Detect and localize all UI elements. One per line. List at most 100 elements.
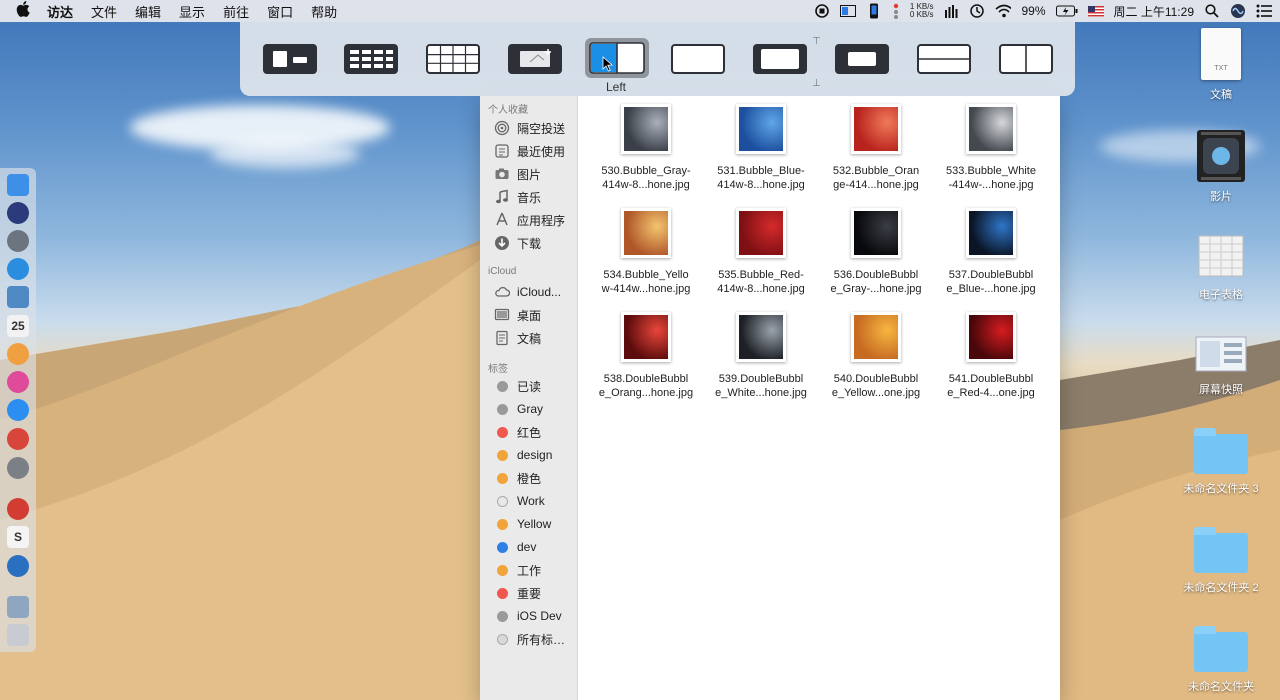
file-item[interactable]: 533.Bubble_White -414w-...hone.jpg <box>936 104 1046 192</box>
file-item[interactable]: 534.Bubble_Yello w-414w...hone.jpg <box>591 208 701 296</box>
safari-icon[interactable] <box>7 258 29 280</box>
menu-help[interactable]: 帮助 <box>302 2 346 21</box>
layout-top-bottom-button[interactable] <box>917 44 971 74</box>
input-flag-icon[interactable] <box>1087 3 1104 19</box>
tag-color-dot-icon <box>497 403 508 415</box>
file-item[interactable]: 536.DoubleBubbl e_Gray-...hone.jpg <box>821 208 931 296</box>
sidebar-tag-item[interactable]: iOS Dev <box>494 606 562 626</box>
menu-window[interactable]: 窗口 <box>258 2 302 21</box>
desktop-item-documents[interactable]: TXT 文稿 <box>1176 28 1266 102</box>
siri-icon[interactable] <box>7 202 29 224</box>
file-name-line-2: -414w-...hone.jpg <box>948 179 1034 191</box>
photos-icon[interactable] <box>7 343 29 365</box>
layout-grid-3x4-button[interactable] <box>426 44 480 74</box>
menu-view[interactable]: 显示 <box>170 2 214 21</box>
tag-color-dot-icon <box>497 518 508 530</box>
downloads-stack-icon[interactable] <box>7 596 29 618</box>
layout-fullscreen-plus-button[interactable] <box>263 44 317 74</box>
file-name-line-1: 535.Bubble_Red- <box>718 269 804 281</box>
desktop-item-screenshots[interactable]: 屏幕快照 <box>1176 335 1266 397</box>
file-item[interactable]: 541.DoubleBubbl e_Red-4...one.jpg <box>936 312 1046 400</box>
sidebar-tag-item[interactable]: Work <box>494 491 545 511</box>
itunes-icon[interactable] <box>7 371 29 393</box>
file-item[interactable]: 539.DoubleBubbl e_White...hone.jpg <box>706 312 816 400</box>
app-store-icon[interactable] <box>7 399 29 421</box>
calendar-icon[interactable]: 25 <box>7 315 29 337</box>
sidebar-item-icloud-drive[interactable]: iCloud... <box>494 282 561 302</box>
notification-center-icon[interactable] <box>1256 3 1272 19</box>
layout-wide-center-button[interactable] <box>671 44 725 74</box>
desktop-item-spreadsheets[interactable]: 电子表格 <box>1176 234 1266 302</box>
file-item[interactable]: 538.DoubleBubbl e_Orang...hone.jpg <box>591 312 701 400</box>
menu-finder[interactable]: 访达 <box>38 2 82 21</box>
sidebar-tag-item[interactable]: design <box>494 445 552 465</box>
system-preferences-icon[interactable] <box>7 457 29 479</box>
time-machine-icon[interactable] <box>969 3 985 19</box>
sidebar-item-downloads[interactable]: 下载 <box>494 233 541 253</box>
sidebar-item-music[interactable]: 音乐 <box>494 187 541 207</box>
file-name: 532.Bubble_Oran ge-414...hone.jpg <box>821 164 931 192</box>
file-item[interactable]: 535.Bubble_Red- 414w-8...hone.jpg <box>706 208 816 296</box>
desktop-item-folder[interactable]: 未命名文件夹 <box>1176 626 1266 694</box>
sidebar-item-recents[interactable]: 最近使用 <box>494 141 565 161</box>
layout-centered-plus-button[interactable] <box>508 44 562 74</box>
tweetbot-icon[interactable] <box>7 555 29 577</box>
sidebar-item-applications[interactable]: 应用程序 <box>494 210 565 230</box>
paw-icon[interactable] <box>7 498 29 520</box>
file-item[interactable]: 540.DoubleBubbl e_Yellow...one.jpg <box>821 312 931 400</box>
spotlight-search-icon[interactable] <box>1204 3 1220 19</box>
sidebar-tag-item[interactable]: Gray <box>494 399 543 419</box>
sidebar-tag-item[interactable]: 重要 <box>494 583 541 603</box>
sidebar-tag-item[interactable]: Yellow <box>494 514 551 534</box>
phone-icon[interactable] <box>866 3 882 19</box>
sidebar-tag-item[interactable]: dev <box>494 537 536 557</box>
file-name: 539.DoubleBubbl e_White...hone.jpg <box>706 372 816 400</box>
desktop-item-folder-2[interactable]: 未命名文件夹 2 <box>1176 527 1266 595</box>
layout-center-button[interactable] <box>753 44 807 74</box>
trash-icon[interactable] <box>7 624 29 646</box>
sidebar-tag-item[interactable]: 所有标… <box>494 629 565 649</box>
layout-grid-2x4-button[interactable] <box>344 44 398 74</box>
preview-icon[interactable] <box>7 286 29 308</box>
desktop-item-label: 未命名文件夹 2 <box>1183 582 1259 594</box>
tag-color-dot-icon <box>497 495 508 507</box>
sidebar-tag-item[interactable]: 已读 <box>494 376 541 396</box>
sidebar-item-desktop[interactable]: 桌面 <box>494 305 541 325</box>
layout-two-columns-button[interactable] <box>999 44 1053 74</box>
desktop-item-movies[interactable]: 影片 <box>1176 130 1266 204</box>
menu-file[interactable]: 文件 <box>82 2 126 21</box>
wifi-icon[interactable] <box>995 3 1012 19</box>
file-name-line-2: 414w-8...hone.jpg <box>602 179 690 191</box>
activity-bars-icon[interactable] <box>943 3 959 19</box>
apple-logo-icon[interactable] <box>8 1 38 21</box>
launchpad-icon[interactable] <box>7 230 29 252</box>
sidebar-item-documents[interactable]: 文稿 <box>494 328 541 348</box>
slack-icon[interactable]: S <box>7 526 29 548</box>
file-name-line-1: 538.DoubleBubbl <box>603 373 689 385</box>
sidebar-item-pictures[interactable]: 图片 <box>494 164 541 184</box>
image-thumbnail <box>966 312 1016 362</box>
sidebar-tag-item[interactable]: 红色 <box>494 422 541 442</box>
file-item[interactable]: 531.Bubble_Blue- 414w-8...hone.jpg <box>706 104 816 192</box>
finder-icon[interactable] <box>7 174 29 196</box>
siri-menu-icon[interactable] <box>1230 3 1246 19</box>
file-item[interactable]: 537.DoubleBubbl e_Blue-...hone.jpg <box>936 208 1046 296</box>
sidebar-tag-item[interactable]: 橙色 <box>494 468 541 488</box>
menubar-clock[interactable]: 周二 上午11:29 <box>1114 3 1194 20</box>
sidebar-tag-item[interactable]: 工作 <box>494 560 541 580</box>
file-item[interactable]: 532.Bubble_Oran ge-414...hone.jpg <box>821 104 931 192</box>
desktop-item-folder-3[interactable]: 未命名文件夹 3 <box>1176 428 1266 496</box>
chrome-icon[interactable] <box>7 428 29 450</box>
menu-go[interactable]: 前往 <box>214 2 258 21</box>
split-window-icon[interactable] <box>839 3 856 19</box>
layout-left-half-selected-button[interactable] <box>585 38 649 78</box>
sidebar-tag-label: 红色 <box>517 425 542 440</box>
sidebar-item-airdrop[interactable]: 隔空投送 <box>494 118 565 138</box>
notification-dots-icon[interactable] <box>892 3 900 19</box>
stop-record-icon[interactable] <box>814 3 830 19</box>
battery-icon[interactable] <box>1055 3 1078 19</box>
menu-edit[interactable]: 编辑 <box>126 2 170 21</box>
file-name-line-1: 539.DoubleBubbl <box>718 373 804 385</box>
file-item[interactable]: 530.Bubble_Gray- 414w-8...hone.jpg <box>591 104 701 192</box>
layout-small-center-button[interactable] <box>835 44 889 74</box>
